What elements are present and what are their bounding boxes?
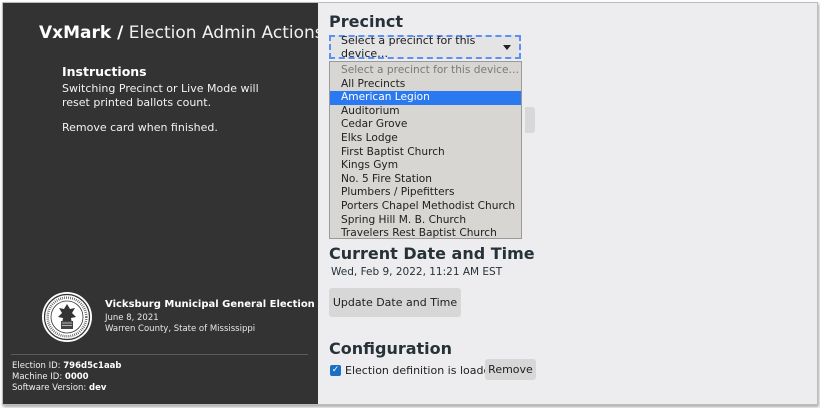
brand-name: VxMark / [39, 23, 124, 43]
software-version-value: dev [89, 383, 107, 393]
election-id: Election ID: 796d5c1aab [12, 361, 122, 371]
machine-id: Machine ID: 0000 [12, 372, 89, 382]
precinct-option[interactable]: Travelers Rest Baptist Church [330, 227, 521, 241]
datetime-heading: Current Date and Time [329, 244, 535, 263]
election-location: Warren County, State of Mississippi [105, 324, 256, 334]
sidebar: VxMark / Election Admin Actions Instruct… [3, 3, 324, 404]
precinct-option[interactable]: Plumbers / Pipefitters [330, 186, 521, 200]
precinct-option-highlighted[interactable]: American Legion [330, 91, 521, 105]
page-subtitle: Election Admin Actions [128, 23, 324, 43]
precinct-option[interactable]: Auditorium [330, 105, 521, 119]
current-datetime: Wed, Feb 9, 2022, 11:21 AM EST [331, 266, 503, 278]
precinct-option[interactable]: Elks Lodge [330, 132, 521, 146]
election-date: June 8, 2021 [105, 313, 159, 323]
election-id-label: Election ID: [12, 361, 61, 371]
election-id-value: 796d5c1aab [63, 361, 122, 371]
instructions-line: Remove card when finished. [62, 121, 218, 134]
hidden-button-edge [525, 107, 535, 133]
precinct-option[interactable]: Spring Hill M. B. Church [330, 214, 521, 228]
software-version: Software Version: dev [12, 383, 106, 393]
precinct-option[interactable]: All Precincts [330, 78, 521, 92]
precinct-option[interactable]: Porters Chapel Methodist Church [330, 200, 521, 214]
configuration-heading: Configuration [329, 339, 453, 358]
remove-election-button[interactable]: Remove [485, 359, 536, 380]
update-datetime-button[interactable]: Update Date and Time [329, 288, 461, 317]
precinct-option[interactable]: No. 5 Fire Station [330, 173, 521, 187]
machine-id-label: Machine ID: [12, 372, 63, 382]
instructions-line: Switching Precinct or Live Mode will [62, 82, 259, 95]
instructions-line: reset printed ballots count. [62, 96, 212, 109]
precinct-option[interactable]: Kings Gym [330, 159, 521, 173]
instructions-heading: Instructions [62, 64, 147, 79]
election-loaded-checkbox[interactable]: ✓ [330, 365, 341, 376]
precinct-select[interactable]: Select a precinct for this device… [329, 34, 521, 60]
caret-down-icon [503, 45, 511, 50]
precinct-select-value: Select a precinct for this device… [341, 34, 476, 60]
election-title: Vicksburg Municipal General Election [105, 299, 315, 310]
precinct-heading: Precinct [329, 12, 403, 31]
app-window: VxMark / Election Admin Actions Instruct… [2, 2, 818, 405]
election-loaded-text: Election definition is loaded. [345, 364, 501, 377]
precinct-dropdown-list: Select a precinct for this device… All P… [329, 61, 522, 239]
precinct-option[interactable]: First Baptist Church [330, 146, 521, 160]
machine-id-value: 0000 [64, 372, 89, 382]
state-seal-icon [42, 292, 92, 342]
precinct-option[interactable]: Cedar Grove [330, 118, 521, 132]
app-title: VxMark / Election Admin Actions [39, 23, 324, 43]
sidebar-divider [11, 354, 308, 355]
main-content: Precinct Select a precinct for this devi… [318, 3, 817, 404]
precinct-option-placeholder[interactable]: Select a precinct for this device… [330, 64, 521, 78]
software-version-label: Software Version: [12, 383, 87, 393]
